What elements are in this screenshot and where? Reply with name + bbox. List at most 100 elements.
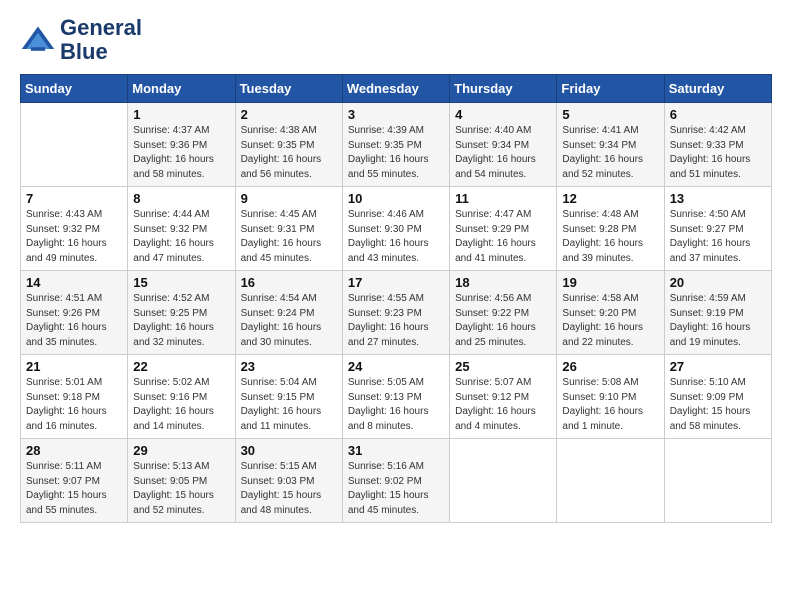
calendar-cell: 7 Sunrise: 4:43 AM Sunset: 9:32 PM Daylig… [21,187,128,271]
day-info: Sunrise: 4:54 AM Sunset: 9:24 PM Dayligh… [241,292,337,350]
calendar-cell: 28 Sunrise: 5:11 AM Sunset: 9:07 PM Dayli… [21,439,128,523]
day-info: Sunrise: 5:11 AM Sunset: 9:07 PM Dayligh… [26,460,122,518]
weekday-header: Tuesday [235,75,342,103]
day-number: 27 [670,359,766,374]
day-number: 9 [241,191,337,206]
calendar-cell: 14Sunrise: 4:51 AM Sunset: 9:26 PM Dayli… [21,271,128,355]
day-number: 22 [133,359,229,374]
day-number: 29 [133,443,229,458]
day-info: Sunrise: 4:42 AM Sunset: 9:33 PM Dayligh… [670,124,766,182]
day-number: 8 [133,191,229,206]
day-number: 5 [562,107,658,122]
day-number: 25 [455,359,551,374]
calendar-cell: 12 Sunrise: 4:48 AM Sunset: 9:28 PM Dayli… [557,187,664,271]
calendar-cell: 31Sunrise: 5:16 AM Sunset: 9:02 PM Dayli… [342,439,449,523]
day-number: 4 [455,107,551,122]
calendar-cell: 6 Sunrise: 4:42 AM Sunset: 9:33 PM Daylig… [664,103,771,187]
weekday-header-row: SundayMondayTuesdayWednesdayThursdayFrid… [21,75,772,103]
calendar-cell: 9 Sunrise: 4:45 AM Sunset: 9:31 PM Daylig… [235,187,342,271]
calendar-cell: 22 Sunrise: 5:02 AM Sunset: 9:16 PM Dayli… [128,355,235,439]
calendar-week-row: 21 Sunrise: 5:01 AM Sunset: 9:18 PM Dayli… [21,355,772,439]
calendar-week-row: 1Sunrise: 4:37 AM Sunset: 9:36 PM Daylig… [21,103,772,187]
day-number: 16 [241,275,337,290]
calendar-cell: 27 Sunrise: 5:10 AM Sunset: 9:09 PM Dayli… [664,355,771,439]
calendar-cell: 10Sunrise: 4:46 AM Sunset: 9:30 PM Dayli… [342,187,449,271]
calendar-cell: 4Sunrise: 4:40 AM Sunset: 9:34 PM Daylig… [450,103,557,187]
calendar-cell: 23Sunrise: 5:04 AM Sunset: 9:15 PM Dayli… [235,355,342,439]
day-number: 21 [26,359,122,374]
page-header: General Blue [20,16,772,64]
calendar-week-row: 14Sunrise: 4:51 AM Sunset: 9:26 PM Dayli… [21,271,772,355]
calendar-cell: 20 Sunrise: 4:59 AM Sunset: 9:19 PM Dayli… [664,271,771,355]
logo-text: General Blue [60,16,142,64]
day-info: Sunrise: 5:13 AM Sunset: 9:05 PM Dayligh… [133,460,229,518]
day-info: Sunrise: 5:04 AM Sunset: 9:15 PM Dayligh… [241,376,337,434]
day-info: Sunrise: 4:46 AM Sunset: 9:30 PM Dayligh… [348,208,444,266]
calendar-cell: 8 Sunrise: 4:44 AM Sunset: 9:32 PM Daylig… [128,187,235,271]
day-info: Sunrise: 4:47 AM Sunset: 9:29 PM Dayligh… [455,208,551,266]
calendar-cell [450,439,557,523]
calendar-cell: 21 Sunrise: 5:01 AM Sunset: 9:18 PM Dayli… [21,355,128,439]
day-number: 11 [455,191,551,206]
day-number: 13 [670,191,766,206]
weekday-header: Wednesday [342,75,449,103]
weekday-header: Friday [557,75,664,103]
day-info: Sunrise: 5:01 AM Sunset: 9:18 PM Dayligh… [26,376,122,434]
day-info: Sunrise: 4:37 AM Sunset: 9:36 PM Dayligh… [133,124,229,182]
calendar-cell [664,439,771,523]
weekday-header: Sunday [21,75,128,103]
day-info: Sunrise: 4:55 AM Sunset: 9:23 PM Dayligh… [348,292,444,350]
day-info: Sunrise: 5:02 AM Sunset: 9:16 PM Dayligh… [133,376,229,434]
day-number: 31 [348,443,444,458]
calendar-table: SundayMondayTuesdayWednesdayThursdayFrid… [20,74,772,523]
calendar-cell [21,103,128,187]
day-info: Sunrise: 5:07 AM Sunset: 9:12 PM Dayligh… [455,376,551,434]
day-number: 2 [241,107,337,122]
calendar-week-row: 7 Sunrise: 4:43 AM Sunset: 9:32 PM Daylig… [21,187,772,271]
day-info: Sunrise: 4:44 AM Sunset: 9:32 PM Dayligh… [133,208,229,266]
calendar-cell: 11 Sunrise: 4:47 AM Sunset: 9:29 PM Dayli… [450,187,557,271]
calendar-cell: 3Sunrise: 4:39 AM Sunset: 9:35 PM Daylig… [342,103,449,187]
calendar-cell: 1Sunrise: 4:37 AM Sunset: 9:36 PM Daylig… [128,103,235,187]
day-info: Sunrise: 4:51 AM Sunset: 9:26 PM Dayligh… [26,292,122,350]
day-number: 7 [26,191,122,206]
day-info: Sunrise: 5:05 AM Sunset: 9:13 PM Dayligh… [348,376,444,434]
day-number: 12 [562,191,658,206]
day-info: Sunrise: 4:50 AM Sunset: 9:27 PM Dayligh… [670,208,766,266]
calendar-cell: 26Sunrise: 5:08 AM Sunset: 9:10 PM Dayli… [557,355,664,439]
calendar-cell: 24 Sunrise: 5:05 AM Sunset: 9:13 PM Dayli… [342,355,449,439]
calendar-cell: 18 Sunrise: 4:56 AM Sunset: 9:22 PM Dayli… [450,271,557,355]
calendar-cell: 16 Sunrise: 4:54 AM Sunset: 9:24 PM Dayli… [235,271,342,355]
day-info: Sunrise: 4:48 AM Sunset: 9:28 PM Dayligh… [562,208,658,266]
calendar-cell [557,439,664,523]
calendar-cell: 5 Sunrise: 4:41 AM Sunset: 9:34 PM Daylig… [557,103,664,187]
day-number: 24 [348,359,444,374]
day-info: Sunrise: 4:45 AM Sunset: 9:31 PM Dayligh… [241,208,337,266]
day-number: 6 [670,107,766,122]
logo: General Blue [20,16,142,64]
day-info: Sunrise: 4:58 AM Sunset: 9:20 PM Dayligh… [562,292,658,350]
day-info: Sunrise: 4:43 AM Sunset: 9:32 PM Dayligh… [26,208,122,266]
day-number: 20 [670,275,766,290]
calendar-week-row: 28 Sunrise: 5:11 AM Sunset: 9:07 PM Dayli… [21,439,772,523]
calendar-cell: 15Sunrise: 4:52 AM Sunset: 9:25 PM Dayli… [128,271,235,355]
day-info: Sunrise: 4:59 AM Sunset: 9:19 PM Dayligh… [670,292,766,350]
day-number: 30 [241,443,337,458]
calendar-cell: 13 Sunrise: 4:50 AM Sunset: 9:27 PM Dayli… [664,187,771,271]
weekday-header: Thursday [450,75,557,103]
calendar-cell: 19 Sunrise: 4:58 AM Sunset: 9:20 PM Dayli… [557,271,664,355]
weekday-header: Saturday [664,75,771,103]
day-number: 28 [26,443,122,458]
day-info: Sunrise: 4:41 AM Sunset: 9:34 PM Dayligh… [562,124,658,182]
calendar-cell: 30Sunrise: 5:15 AM Sunset: 9:03 PM Dayli… [235,439,342,523]
logo-icon [20,22,56,58]
day-info: Sunrise: 4:38 AM Sunset: 9:35 PM Dayligh… [241,124,337,182]
day-number: 19 [562,275,658,290]
calendar-cell: 17Sunrise: 4:55 AM Sunset: 9:23 PM Dayli… [342,271,449,355]
day-number: 18 [455,275,551,290]
day-info: Sunrise: 4:56 AM Sunset: 9:22 PM Dayligh… [455,292,551,350]
day-info: Sunrise: 5:10 AM Sunset: 9:09 PM Dayligh… [670,376,766,434]
calendar-cell: 2 Sunrise: 4:38 AM Sunset: 9:35 PM Daylig… [235,103,342,187]
day-number: 15 [133,275,229,290]
calendar-cell: 29 Sunrise: 5:13 AM Sunset: 9:05 PM Dayli… [128,439,235,523]
